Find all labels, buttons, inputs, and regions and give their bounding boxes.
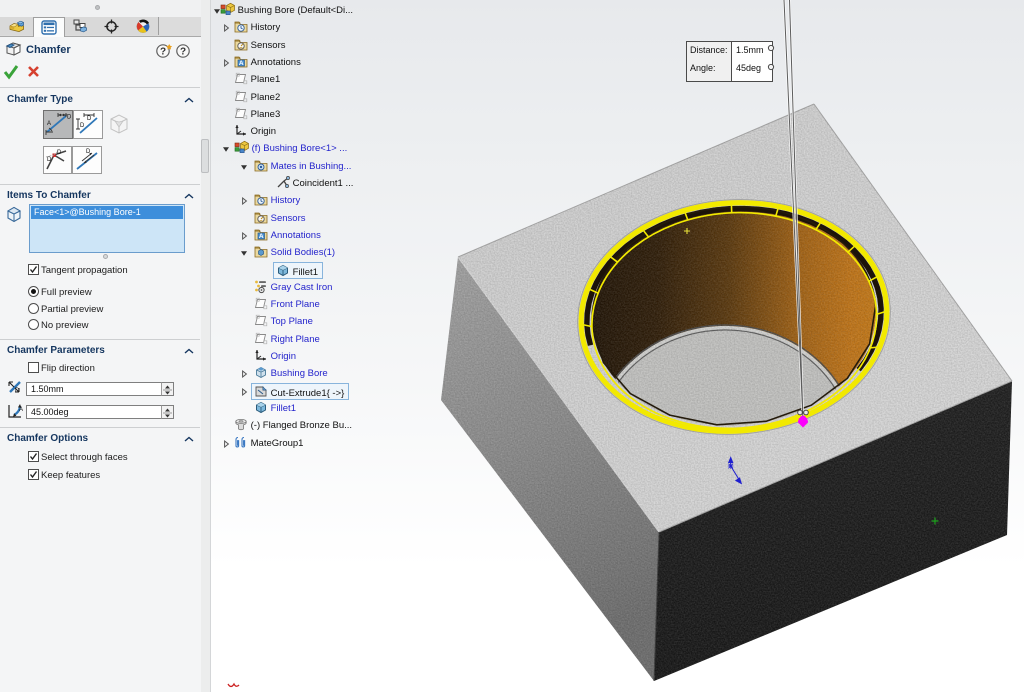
svg-text:D: D xyxy=(86,149,91,155)
svg-text:D: D xyxy=(15,388,20,394)
svg-text:?: ? xyxy=(160,47,166,58)
svg-text:D: D xyxy=(80,123,85,129)
svg-text:A: A xyxy=(19,407,23,413)
svg-text:D: D xyxy=(57,150,62,156)
svg-text:D: D xyxy=(47,157,52,163)
svg-text:A: A xyxy=(47,121,51,127)
svg-text:?: ? xyxy=(180,47,186,58)
svg-text:D: D xyxy=(87,116,92,122)
svg-text:D: D xyxy=(67,115,72,121)
